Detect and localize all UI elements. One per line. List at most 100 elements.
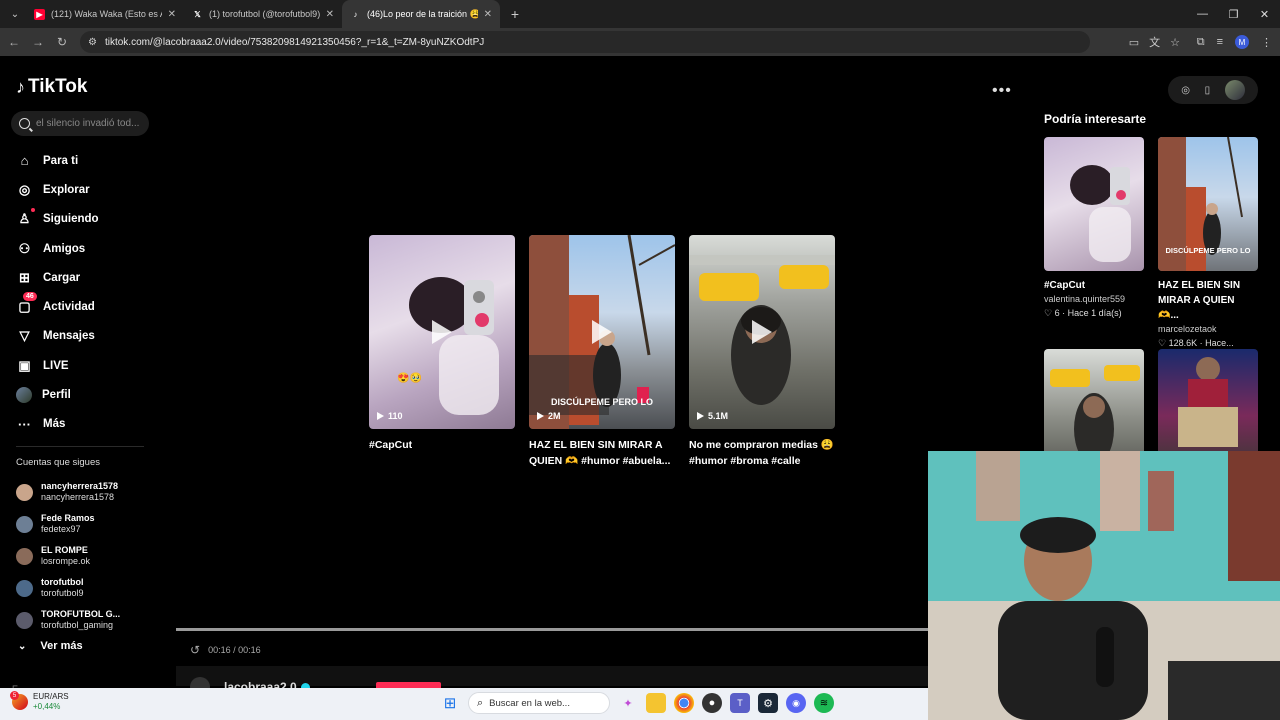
reload-icon[interactable]: ↻	[50, 35, 74, 49]
sidebar-item-amigos[interactable]: ⚇ Amigos	[16, 234, 99, 263]
close-tab-icon[interactable]: ✕	[326, 9, 334, 20]
following-item[interactable]: torofutbol torofutbol9	[16, 572, 120, 604]
teams-icon[interactable]: T	[730, 693, 750, 713]
more-options-icon[interactable]: •••	[992, 82, 1012, 100]
sidebar-item-mas[interactable]: ··· Más	[16, 410, 99, 439]
suggestion-card[interactable]: DISCÚLPEME PERO LO HAZ EL BIEN SIN MIRAR…	[1158, 137, 1258, 351]
sidebar-item-cargar[interactable]: ⊞ Cargar	[16, 263, 99, 292]
user-avatar[interactable]	[1224, 80, 1245, 100]
account-handle: nancyherrera1578	[41, 492, 115, 502]
sidebar-item-mensajes[interactable]: ▽ Mensajes	[16, 322, 99, 351]
obs-icon[interactable]: ●	[702, 693, 722, 713]
video-progress-bar[interactable]	[176, 628, 928, 631]
suggestion-thumbnail[interactable]	[1044, 137, 1144, 271]
tiktok-logo[interactable]: ♪ TikTok	[16, 76, 87, 98]
close-tab-icon[interactable]: ✕	[168, 9, 176, 20]
video-title[interactable]: No me compraron medias 😩 #humor #broma #…	[689, 437, 835, 469]
related-video-card[interactable]: 5.1M No me compraron medias 😩 #humor #br…	[689, 235, 835, 469]
steam-icon[interactable]: ⚙	[758, 693, 778, 713]
reading-list-icon[interactable]: ≡	[1217, 36, 1223, 48]
sidebar-divider	[16, 446, 144, 447]
sidebar-item-para-ti[interactable]: ⌂ Para ti	[16, 146, 99, 175]
phone-icon[interactable]: ▯	[1205, 85, 1211, 96]
play-small-icon	[697, 412, 704, 420]
sidebar-item-explorar[interactable]: ◎ Explorar	[16, 175, 99, 204]
sidebar-item-label: Más	[43, 418, 66, 431]
account-handle: losrompe.ok	[41, 556, 91, 566]
video-thumbnail[interactable]: DISCÚLPEME PERO LO 2M	[529, 235, 675, 429]
copilot-icon[interactable]: ✦	[618, 693, 638, 713]
replay-icon[interactable]: ↺	[190, 643, 200, 657]
chrome-icon[interactable]	[674, 693, 694, 713]
tab-title: (1) torofutbol (@torofutbol9) /	[209, 9, 320, 19]
forward-icon[interactable]: →	[26, 35, 50, 49]
messages-icon: ▽	[19, 328, 30, 344]
minimize-icon[interactable]: —	[1187, 0, 1218, 28]
site-info-icon[interactable]: ⚙	[88, 37, 97, 48]
spotify-icon[interactable]: ≋	[814, 693, 834, 713]
tab-x[interactable]: 𝕏 (1) torofutbol (@torofutbol9) / ✕	[184, 0, 342, 28]
activity-icon: ▢	[18, 299, 31, 315]
browser-toolbar: ← → ↻ ⚙ tiktok.com/@lacobraaa2.0/video/7…	[0, 28, 1280, 56]
video-title[interactable]: HAZ EL BIEN SIN MIRAR A QUIEN 🫶 #humor #…	[529, 437, 675, 469]
sidebar-nav: ⌂ Para ti ◎ Explorar ♙ Siguiendo ⚇ Amigos ⊞ C…	[16, 146, 99, 439]
sidebar-item-live[interactable]: ▣ LIVE	[16, 351, 99, 380]
suggestion-card[interactable]: #CapCut valentina.quinter559 ♡ 6 · Hace …	[1044, 137, 1144, 321]
new-tab-button[interactable]: +	[504, 6, 526, 22]
profile-avatar	[16, 387, 32, 404]
live-icon: ▣	[18, 357, 31, 373]
related-video-card[interactable]: DISCÚLPEME PERO LO 2M HAZ EL BIEN SIN MI…	[529, 235, 675, 469]
ticker-change: +0,44%	[33, 702, 61, 711]
coin-icon[interactable]: ◎	[1181, 85, 1190, 96]
see-more-button[interactable]: ⌄ Ver más	[18, 640, 83, 652]
related-videos-grid: 😍🥹 110 #CapCut DISCÚLPEME PERO LO 2M HAZ…	[369, 235, 835, 469]
address-bar[interactable]: ⚙ tiktok.com/@lacobraaa2.0/video/7538209…	[80, 31, 1090, 53]
chevron-down-icon: ⌄	[18, 640, 27, 652]
windows-start-icon[interactable]: ⊞	[440, 693, 460, 713]
thumbnail-emoji: 😍🥹	[397, 373, 422, 384]
menu-kebab-icon[interactable]: ⋮	[1261, 36, 1272, 49]
search-input[interactable]: el silencio invadió tod...	[11, 111, 149, 136]
close-window-icon[interactable]: ✕	[1249, 0, 1280, 28]
play-small-icon	[377, 412, 384, 420]
video-thumbnail[interactable]: 5.1M	[689, 235, 835, 429]
following-item[interactable]: nancyherrera1578 nancyherrera1578	[16, 476, 120, 508]
avatar	[16, 515, 33, 533]
related-video-card[interactable]: 😍🥹 110 #CapCut	[369, 235, 515, 469]
back-icon[interactable]: ←	[2, 35, 26, 49]
taskbar-search-input[interactable]: ⌕ Buscar en la web...	[468, 692, 610, 714]
ticker-widget[interactable]: 5 EUR/ARS +0,44%	[10, 691, 69, 712]
sidebar-item-label: Explorar	[43, 183, 90, 196]
sidebar-item-siguiendo[interactable]: ♙ Siguiendo	[16, 205, 99, 234]
tab-tiktok[interactable]: ♪ (46)Lo peor de la traición 😩 # ✕	[342, 0, 500, 28]
following-item[interactable]: Fede Ramos fedetex97	[16, 508, 120, 540]
cast-icon[interactable]: ▭	[1129, 36, 1139, 49]
ticker-label: EUR/ARS	[33, 692, 69, 701]
notification-badge: 5	[10, 691, 19, 700]
sidebar-item-actividad[interactable]: ▢ 46 Actividad	[16, 292, 99, 321]
suggestion-user: valentina.quinter559	[1044, 294, 1126, 304]
video-thumbnail[interactable]: 😍🥹 110	[369, 235, 515, 429]
play-icon	[752, 320, 772, 344]
discord-icon[interactable]: ◉	[786, 693, 806, 713]
tab-search-chevron-icon[interactable]: ⌄	[4, 3, 26, 25]
translate-icon[interactable]: 文	[1149, 34, 1160, 50]
sidebar-item-perfil[interactable]: Perfil	[16, 380, 99, 409]
file-explorer-icon[interactable]	[646, 693, 666, 713]
sidebar-item-label: Cargar	[43, 271, 81, 284]
profile-avatar[interactable]: M	[1235, 35, 1249, 49]
video-title[interactable]: #CapCut	[369, 437, 515, 453]
ticker-icon: 5	[10, 691, 28, 710]
extensions-puzzle-icon[interactable]: ⧉	[1197, 36, 1205, 49]
compass-icon: ◎	[18, 181, 31, 197]
tab-youtube[interactable]: ▶ (121) Waka Waka (Esto es Afric ✕	[26, 0, 184, 28]
following-item[interactable]: TOROFUTBOL G... torofutbol_gaming	[16, 604, 120, 636]
account-name: TOROFUTBOL G...	[41, 609, 121, 619]
browser-tab-bar: ⌄ ▶ (121) Waka Waka (Esto es Afric ✕ 𝕏 (…	[0, 0, 1280, 28]
restore-icon[interactable]: ❐	[1218, 0, 1249, 28]
following-item[interactable]: EL ROMPE losrompe.ok	[16, 540, 120, 572]
following-section-title: Cuentas que sigues	[16, 457, 100, 468]
close-tab-icon[interactable]: ✕	[484, 9, 492, 20]
suggestion-thumbnail[interactable]: DISCÚLPEME PERO LO	[1158, 137, 1258, 271]
bookmark-star-icon[interactable]: ☆	[1170, 36, 1180, 49]
